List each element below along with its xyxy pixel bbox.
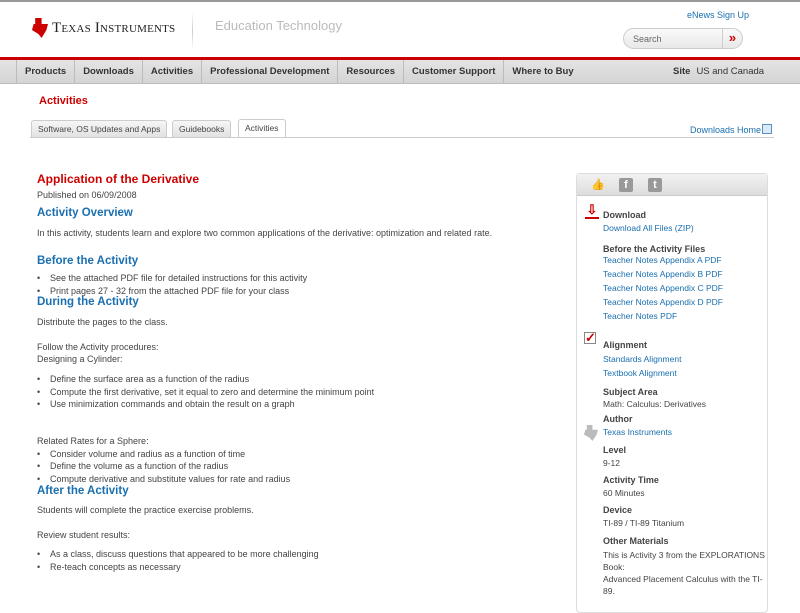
other-text: 89. xyxy=(603,586,615,596)
time-heading: Activity Time xyxy=(603,475,659,485)
like-icon[interactable]: 👍 xyxy=(591,178,605,192)
author-heading: Author xyxy=(603,414,633,424)
paragraph: Follow the Activity procedures: xyxy=(37,342,159,352)
time-value: 60 Minutes xyxy=(603,488,645,498)
divider xyxy=(192,12,193,50)
share-bar xyxy=(577,174,767,196)
other-heading: Other Materials xyxy=(603,536,669,546)
home-icon[interactable] xyxy=(762,124,772,134)
list-item: As a class, discuss questions that appea… xyxy=(37,549,319,559)
after-heading: After the Activity xyxy=(37,485,129,497)
top-border xyxy=(0,0,800,2)
nav-activities[interactable]: Activities xyxy=(143,60,203,83)
author-link[interactable]: Texas Instruments xyxy=(603,427,672,437)
downloads-home-link[interactable]: Downloads Home xyxy=(690,125,761,135)
paragraph: Distribute the pages to the class. xyxy=(37,317,168,327)
list-item: Consider volume and radius as a function… xyxy=(37,449,245,459)
list-item: Compute derivative and substitute values… xyxy=(37,474,290,484)
before-files-heading: Before the Activity Files xyxy=(603,244,706,254)
nav-professional-development[interactable]: Professional Development xyxy=(202,60,339,83)
other-text: This is Activity 3 from the EXPLORATIONS xyxy=(603,550,765,560)
device-value: TI-89 / TI-89 Titanium xyxy=(603,518,685,528)
enews-link[interactable]: eNews Sign Up xyxy=(687,10,749,20)
tab-activities[interactable]: Activities xyxy=(238,119,286,138)
file-link[interactable]: Teacher Notes Appendix B PDF xyxy=(603,269,723,279)
ti-logo[interactable]: Texas Instruments xyxy=(32,18,175,38)
download-icon: ⇩ xyxy=(585,202,599,219)
site-value[interactable]: US and Canada xyxy=(696,66,764,77)
tab-guidebooks[interactable]: Guidebooks xyxy=(172,120,232,137)
paragraph: Designing a Cylinder: xyxy=(37,354,123,364)
list-item: Compute the first derivative, set it equ… xyxy=(37,387,374,397)
paragraph: Students will complete the practice exer… xyxy=(37,505,254,515)
other-text: Book: xyxy=(603,562,625,572)
overview-heading: Activity Overview xyxy=(37,207,133,219)
file-link[interactable]: Teacher Notes Appendix A PDF xyxy=(603,255,722,265)
other-text: Advanced Placement Calculus with the TI- xyxy=(603,574,763,584)
paragraph: Review student results: xyxy=(37,530,131,540)
alignment-heading: Alignment xyxy=(603,340,647,350)
site-label: Site xyxy=(673,66,691,77)
paragraph: Related Rates for a Sphere: xyxy=(37,436,149,446)
list-item: Re-teach concepts as necessary xyxy=(37,562,181,572)
file-link[interactable]: Teacher Notes Appendix D PDF xyxy=(603,297,723,307)
search-go-icon[interactable]: » xyxy=(722,29,742,48)
tab-software[interactable]: Software, OS Updates and Apps xyxy=(31,120,168,137)
nav-resources[interactable]: Resources xyxy=(338,60,405,83)
download-heading: Download xyxy=(603,210,646,220)
level-value: 9-12 xyxy=(603,458,621,468)
list-item: Print pages 27 - 32 from the attached PD… xyxy=(37,286,289,296)
nav-where-to-buy[interactable]: Where to Buy xyxy=(504,60,581,83)
list-item: Define the surface area as a function of… xyxy=(37,374,249,384)
overview-text: In this activity, students learn and exp… xyxy=(37,228,493,238)
published-date: Published on 06/09/2008 xyxy=(37,190,137,200)
standards-alignment-link[interactable]: Standards Alignment xyxy=(603,354,681,364)
section-title: Education Technology xyxy=(215,18,342,33)
page-heading: Activities xyxy=(39,95,88,107)
before-heading: Before the Activity xyxy=(37,255,139,267)
device-heading: Device xyxy=(603,505,633,515)
brand-name: Texas Instruments xyxy=(52,19,176,36)
list-item: Define the volume as a function of the r… xyxy=(37,461,228,471)
facebook-icon[interactable]: f xyxy=(619,178,633,192)
twitter-icon[interactable]: t xyxy=(648,178,662,192)
nav-customer-support[interactable]: Customer Support xyxy=(404,60,505,83)
ti-logo-icon xyxy=(32,18,48,38)
download-all-link[interactable]: Download All Files (ZIP) xyxy=(603,223,694,233)
article-title: Application of the Derivative xyxy=(37,172,200,186)
checkbox-check-icon: ✓ xyxy=(584,330,596,345)
site-selector[interactable]: Site US and Canada xyxy=(673,66,764,77)
search-input[interactable]: Search xyxy=(624,34,722,44)
nav-products[interactable]: Products xyxy=(16,60,76,83)
during-heading: During the Activity xyxy=(37,296,139,308)
subject-heading: Subject Area xyxy=(603,387,658,397)
tab-underline xyxy=(30,137,774,138)
search-box[interactable]: Search» xyxy=(623,28,743,49)
list-item: Use minimization commands and obtain the… xyxy=(37,399,295,409)
subject-value: Math: Calculus: Derivatives xyxy=(603,399,706,409)
list-item: See the attached PDF file for detailed i… xyxy=(37,273,307,283)
nav-downloads[interactable]: Downloads xyxy=(75,60,143,83)
file-link[interactable]: Teacher Notes Appendix C PDF xyxy=(603,283,723,293)
textbook-alignment-link[interactable]: Textbook Alignment xyxy=(603,368,677,378)
file-link[interactable]: Teacher Notes PDF xyxy=(603,311,677,321)
level-heading: Level xyxy=(603,445,627,455)
